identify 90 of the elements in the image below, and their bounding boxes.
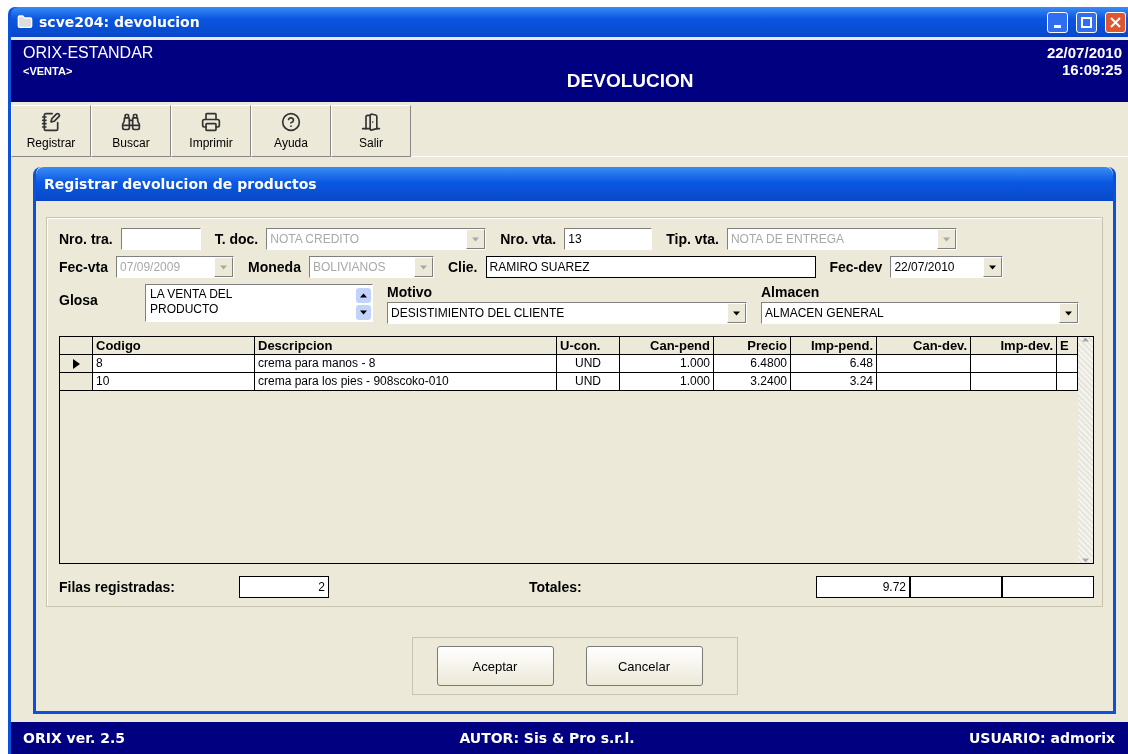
- column-header[interactable]: U-con.: [557, 337, 620, 355]
- input-field[interactable]: [120, 228, 201, 250]
- toolbar-button[interactable]: Imprimir: [171, 105, 251, 157]
- field-label: Moneda: [248, 259, 301, 275]
- field-label: Nro. tra.: [59, 231, 113, 247]
- app-name: ORIX-ESTANDAR: [23, 44, 154, 62]
- field-label: Fec-vta: [59, 259, 109, 275]
- time-text: 16:09:25: [1060, 61, 1122, 78]
- field-label: T. doc.: [214, 231, 259, 247]
- table-cell: crema para manos - 8: [255, 355, 557, 373]
- table-cell: 10: [93, 373, 255, 391]
- field-label: Glosa: [59, 292, 99, 308]
- dropdown[interactable]: DESISTIMIENTO DEL CLIENTE: [387, 302, 747, 324]
- table-cell: 3.2400: [714, 373, 791, 391]
- caret-icon: [989, 264, 997, 270]
- input-field[interactable]: RAMIRO SUAREZ: [485, 256, 816, 278]
- caret-icon: [472, 236, 480, 242]
- field-label: Clie.: [447, 259, 478, 275]
- caret-icon: [1065, 310, 1072, 316]
- column-header[interactable]: Imp-dev.: [971, 337, 1057, 355]
- row-header[interactable]: [60, 355, 93, 373]
- table-cell: 6.4800: [714, 355, 791, 373]
- binoculars-icon: [121, 112, 141, 132]
- field-label: Totales:: [529, 579, 583, 595]
- field-label: Filas registradas:: [59, 579, 176, 595]
- dropdown[interactable]: ALMACEN GENERAL: [761, 302, 1079, 324]
- maximize-button[interactable]: [1076, 11, 1097, 33]
- window-title: scve204: devolucion: [39, 14, 201, 30]
- field-label: Fec-dev: [829, 259, 883, 275]
- up-arrow-icon: [360, 293, 367, 298]
- column-header[interactable]: Precio: [714, 337, 791, 355]
- screen-title: DEVOLUCION: [565, 69, 695, 93]
- close-icon: [1110, 16, 1121, 28]
- field-label: Nro. vta.: [500, 231, 557, 247]
- table-cell: UND: [557, 355, 620, 373]
- caret-icon: [733, 310, 740, 316]
- input-field[interactable]: 2: [239, 576, 329, 598]
- status-text: ORIX ver. 2.5: [23, 730, 126, 746]
- column-header[interactable]: Can-pend: [620, 337, 714, 355]
- table-cell: [1057, 355, 1078, 373]
- column-header[interactable]: Codigo: [93, 337, 255, 355]
- field-label: Tip. vta.: [666, 231, 719, 247]
- folder-icon: [17, 14, 33, 30]
- dialog-title: Registrar devolucion de productos: [36, 167, 1113, 201]
- status-text: AUTOR: Sis & Pro s.r.l.: [459, 730, 635, 746]
- table-cell: 8: [93, 355, 255, 373]
- date-text: 22/07/2010: [1046, 44, 1122, 61]
- input-field[interactable]: 13: [564, 228, 653, 250]
- field-label: Almacen: [761, 284, 821, 300]
- column-header[interactable]: Imp-pend.: [791, 337, 877, 355]
- toolbar-button[interactable]: Ayuda: [251, 105, 331, 157]
- column-header[interactable]: Descripcion: [255, 337, 557, 355]
- scroll-up-icon: [1082, 337, 1089, 342]
- toolbar-button[interactable]: Salir: [331, 105, 411, 157]
- caret-icon: [419, 264, 427, 270]
- scroll-down-icon: [1082, 558, 1089, 563]
- maximize-icon: [1081, 16, 1092, 28]
- total-field: 9.72: [816, 576, 910, 598]
- toolbar-button[interactable]: Buscar: [91, 105, 171, 157]
- table-cell: 6.48: [791, 355, 877, 373]
- toolbar-button[interactable]: Registrar: [11, 105, 91, 157]
- caret-icon: [942, 236, 950, 242]
- row-header[interactable]: [60, 373, 93, 391]
- table-cell: UND: [557, 373, 620, 391]
- down-arrow-icon: [360, 310, 367, 315]
- scroll-up-button[interactable]: [356, 288, 371, 303]
- notebook-pen-icon: [41, 112, 61, 132]
- module-name: <VENTA>: [23, 65, 74, 77]
- minimize-button[interactable]: [1047, 11, 1068, 33]
- scrollbar[interactable]: [1078, 337, 1093, 563]
- door-icon: [361, 112, 381, 132]
- date-picker[interactable]: 22/07/2010: [890, 256, 1004, 278]
- column-header[interactable]: Can-dev.: [877, 337, 971, 355]
- close-button[interactable]: [1105, 11, 1126, 33]
- printer-icon: [201, 112, 221, 132]
- column-header[interactable]: E: [1057, 337, 1078, 355]
- scroll-down-button[interactable]: [356, 305, 371, 320]
- table-cell: 3.24: [791, 373, 877, 391]
- dialog-button[interactable]: Cancelar: [585, 646, 703, 686]
- field-label: Motivo: [387, 284, 434, 300]
- table-cell: crema para los pies - 908scoko-010: [255, 373, 557, 391]
- help-icon: [281, 112, 301, 132]
- caret-icon: [220, 264, 228, 270]
- dialog-button[interactable]: Aceptar: [436, 646, 554, 686]
- table-cell: 1.000: [620, 355, 714, 373]
- table-cell: 1.000: [620, 373, 714, 391]
- text-area[interactable]: LA VENTA DEL PRODUCTO: [145, 284, 373, 322]
- status-text: USUARIO: admorix: [969, 730, 1115, 746]
- minimize-icon: [1054, 24, 1061, 28]
- table-cell: [1057, 373, 1078, 391]
